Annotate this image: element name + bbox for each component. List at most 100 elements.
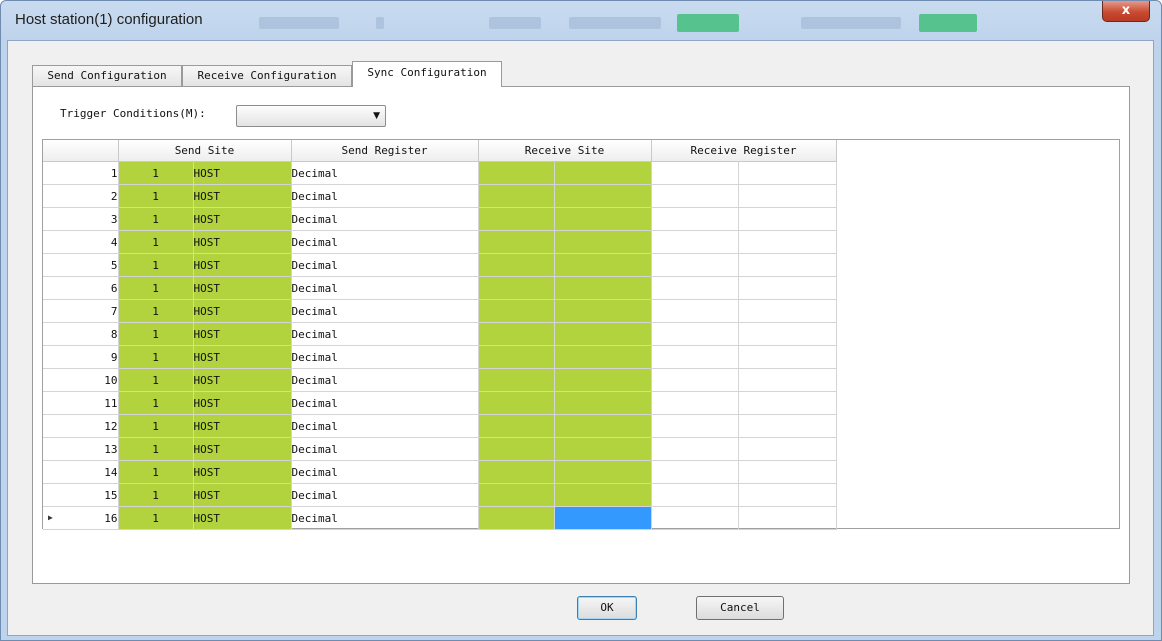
send-register-cell[interactable]: Decimal <box>291 184 479 208</box>
send-site-number[interactable]: 1 <box>118 414 194 438</box>
receive-register-start[interactable] <box>651 184 739 208</box>
receive-register-start[interactable] <box>651 483 739 507</box>
receive-site-number[interactable] <box>478 414 555 438</box>
receive-site-number[interactable] <box>478 276 555 300</box>
table-row[interactable]: 11 1 HOST Decimal <box>43 391 837 415</box>
receive-site-number[interactable] <box>478 207 555 231</box>
send-site-name[interactable]: HOST <box>193 276 292 300</box>
tab-sync-configuration[interactable]: Sync Configuration <box>352 61 502 87</box>
send-site-name[interactable]: HOST <box>193 322 292 346</box>
send-site-number[interactable]: 1 <box>118 253 194 277</box>
receive-site-number[interactable] <box>478 483 555 507</box>
receive-site-name[interactable] <box>554 322 652 346</box>
receive-site-number[interactable] <box>478 506 555 530</box>
receive-site-name[interactable] <box>554 161 652 185</box>
receive-site-name[interactable] <box>554 391 652 415</box>
send-register-cell[interactable]: Decimal <box>291 368 479 392</box>
send-site-name[interactable]: HOST <box>193 230 292 254</box>
table-row[interactable]: 15 1 HOST Decimal <box>43 483 837 507</box>
receive-register-end[interactable] <box>738 161 837 185</box>
receive-site-name[interactable] <box>554 368 652 392</box>
table-row[interactable]: 7 1 HOST Decimal <box>43 299 837 323</box>
send-site-number[interactable]: 1 <box>118 184 194 208</box>
send-site-number[interactable]: 1 <box>118 460 194 484</box>
send-register-cell[interactable]: Decimal <box>291 506 479 530</box>
receive-site-name[interactable] <box>554 299 652 323</box>
receive-site-name[interactable] <box>554 437 652 461</box>
receive-register-end[interactable] <box>738 414 837 438</box>
send-register-cell[interactable]: Decimal <box>291 437 479 461</box>
receive-register-start[interactable] <box>651 368 739 392</box>
receive-site-name[interactable] <box>554 460 652 484</box>
receive-register-start[interactable] <box>651 299 739 323</box>
table-row[interactable]: 2 1 HOST Decimal <box>43 184 837 208</box>
receive-site-name[interactable] <box>554 483 652 507</box>
send-site-number[interactable]: 1 <box>118 506 194 530</box>
receive-register-start[interactable] <box>651 437 739 461</box>
receive-register-end[interactable] <box>738 437 837 461</box>
receive-register-end[interactable] <box>738 391 837 415</box>
table-row[interactable]: 3 1 HOST Decimal <box>43 207 837 231</box>
cancel-button[interactable]: Cancel <box>696 596 784 620</box>
receive-site-name[interactable] <box>554 276 652 300</box>
receive-register-end[interactable] <box>738 322 837 346</box>
send-site-header[interactable]: Send Site <box>118 140 292 162</box>
send-site-number[interactable]: 1 <box>118 437 194 461</box>
send-site-name[interactable]: HOST <box>193 460 292 484</box>
receive-register-header[interactable]: Receive Register <box>651 140 837 162</box>
receive-register-end[interactable] <box>738 184 837 208</box>
receive-register-start[interactable] <box>651 230 739 254</box>
send-register-header[interactable]: Send Register <box>291 140 479 162</box>
receive-site-number[interactable] <box>478 299 555 323</box>
table-row[interactable]: 16 ▶ 1 HOST Decimal <box>43 506 837 530</box>
send-site-name[interactable]: HOST <box>193 414 292 438</box>
send-site-number[interactable]: 1 <box>118 207 194 231</box>
receive-register-start[interactable] <box>651 161 739 185</box>
receive-register-end[interactable] <box>738 368 837 392</box>
send-site-name[interactable]: HOST <box>193 299 292 323</box>
table-row[interactable]: 1 1 HOST Decimal <box>43 161 837 185</box>
receive-register-end[interactable] <box>738 460 837 484</box>
receive-site-number[interactable] <box>478 345 555 369</box>
send-site-name[interactable]: HOST <box>193 391 292 415</box>
tab-receive-configuration[interactable]: Receive Configuration <box>182 65 352 86</box>
send-site-name[interactable]: HOST <box>193 207 292 231</box>
send-register-cell[interactable]: Decimal <box>291 391 479 415</box>
receive-register-end[interactable] <box>738 506 837 530</box>
receive-register-end[interactable] <box>738 230 837 254</box>
send-site-number[interactable]: 1 <box>118 322 194 346</box>
receive-register-end[interactable] <box>738 345 837 369</box>
send-site-number[interactable]: 1 <box>118 230 194 254</box>
receive-register-start[interactable] <box>651 460 739 484</box>
send-site-number[interactable]: 1 <box>118 368 194 392</box>
send-site-name[interactable]: HOST <box>193 184 292 208</box>
receive-site-name[interactable] <box>554 230 652 254</box>
receive-register-end[interactable] <box>738 483 837 507</box>
send-register-cell[interactable]: Decimal <box>291 230 479 254</box>
receive-site-number[interactable] <box>478 437 555 461</box>
table-row[interactable]: 10 1 HOST Decimal <box>43 368 837 392</box>
send-site-name[interactable]: HOST <box>193 161 292 185</box>
receive-site-name[interactable] <box>554 345 652 369</box>
table-row[interactable]: 5 1 HOST Decimal <box>43 253 837 277</box>
ok-button[interactable]: OK <box>577 596 637 620</box>
receive-register-start[interactable] <box>651 391 739 415</box>
table-row[interactable]: 13 1 HOST Decimal <box>43 437 837 461</box>
close-button[interactable]: x <box>1102 1 1150 22</box>
send-site-name[interactable]: HOST <box>193 368 292 392</box>
receive-site-name[interactable] <box>554 184 652 208</box>
send-site-number[interactable]: 1 <box>118 299 194 323</box>
send-site-name[interactable]: HOST <box>193 253 292 277</box>
table-row[interactable]: 12 1 HOST Decimal <box>43 414 837 438</box>
send-site-number[interactable]: 1 <box>118 391 194 415</box>
receive-register-end[interactable] <box>738 253 837 277</box>
receive-site-number[interactable] <box>478 161 555 185</box>
send-site-name[interactable]: HOST <box>193 437 292 461</box>
receive-site-number[interactable] <box>478 322 555 346</box>
send-register-cell[interactable]: Decimal <box>291 276 479 300</box>
trigger-conditions-select[interactable]: ▼ <box>236 105 386 127</box>
receive-site-number[interactable] <box>478 230 555 254</box>
send-register-cell[interactable]: Decimal <box>291 460 479 484</box>
receive-register-start[interactable] <box>651 253 739 277</box>
send-site-number[interactable]: 1 <box>118 483 194 507</box>
